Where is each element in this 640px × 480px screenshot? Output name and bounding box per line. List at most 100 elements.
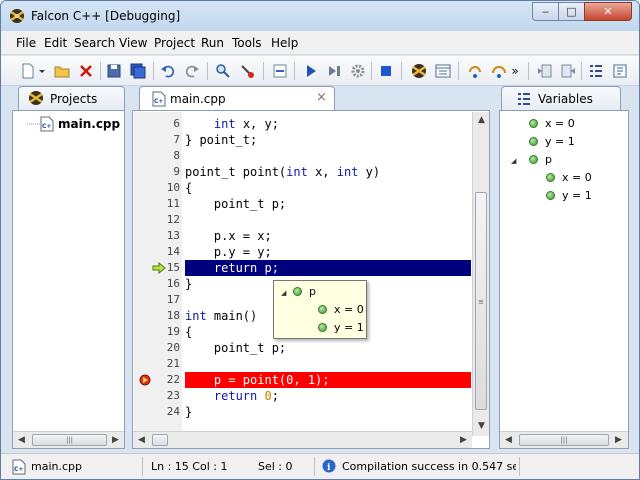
- code-line[interactable]: point_t p;: [185, 196, 471, 212]
- delete-icon[interactable]: [77, 62, 95, 80]
- menu-edit[interactable]: Edit: [44, 36, 67, 50]
- code-line[interactable]: [185, 356, 471, 372]
- menu-file[interactable]: File: [16, 36, 36, 50]
- scroll-right-icon[interactable]: ▶: [610, 432, 627, 448]
- code-line[interactable]: {: [185, 180, 471, 196]
- breakpoint-icon[interactable]: [139, 374, 151, 386]
- menu-project[interactable]: Project: [154, 36, 195, 50]
- code-line[interactable]: point_t p;: [185, 340, 471, 356]
- minimize-button[interactable]: ‒: [532, 2, 559, 21]
- line-number[interactable]: 8: [134, 148, 180, 164]
- line-number[interactable]: 20: [134, 340, 180, 356]
- current-execution-line[interactable]: return p;: [185, 260, 471, 276]
- code-line[interactable]: }: [185, 404, 471, 420]
- scroll-left-icon[interactable]: ◀: [13, 432, 30, 448]
- line-number[interactable]: 24: [134, 404, 180, 420]
- editor-vscrollbar[interactable]: ▲ ≡ ▼: [472, 112, 489, 436]
- variables-hscrollbar[interactable]: ◀ ||| ▶: [500, 431, 628, 448]
- editor-vscroll-thumb[interactable]: ≡: [475, 192, 487, 410]
- line-number[interactable]: 23: [134, 388, 180, 404]
- projects-hscrollbar[interactable]: ◀ ||| ▶: [13, 431, 124, 448]
- menu-tools[interactable]: Tools: [232, 36, 262, 50]
- find-icon[interactable]: [214, 62, 232, 80]
- bookmark-next-icon[interactable]: [559, 62, 577, 80]
- line-number[interactable]: 17: [134, 292, 180, 308]
- line-number[interactable]: 18: [134, 308, 180, 324]
- menu-search[interactable]: Search: [74, 36, 115, 50]
- code-line[interactable]: [185, 148, 471, 164]
- project-file-main-cpp[interactable]: main.cpp: [58, 117, 120, 131]
- line-number[interactable]: 7: [134, 132, 180, 148]
- new-dropdown-icon[interactable]: [37, 62, 47, 80]
- title-bar[interactable]: Falcon C++ [Debugging] ‒ □ ✕: [1, 1, 639, 31]
- code-line[interactable]: point_t point(int x, int y): [185, 164, 471, 180]
- variable-child[interactable]: x = 0: [546, 170, 592, 186]
- line-number[interactable]: 13: [134, 228, 180, 244]
- projects-scroll-thumb[interactable]: |||: [32, 434, 107, 446]
- tab-projects[interactable]: Projects: [18, 86, 125, 110]
- breakpoint-line[interactable]: p = point(0, 1);: [185, 372, 471, 388]
- output-panel-icon[interactable]: [611, 62, 629, 80]
- tab-variables[interactable]: Variables: [501, 86, 621, 110]
- stop-icon[interactable]: [377, 62, 395, 80]
- line-number[interactable]: 12: [134, 212, 180, 228]
- scroll-up-icon[interactable]: ▲: [473, 112, 490, 128]
- step-icon[interactable]: [326, 62, 344, 80]
- list-view-icon[interactable]: [587, 62, 605, 80]
- tab-close-icon[interactable]: ×: [316, 90, 327, 105]
- editor-hscroll-thumb[interactable]: [152, 434, 168, 446]
- scroll-right-icon[interactable]: ▶: [107, 432, 124, 448]
- code-line[interactable]: int x, y;: [185, 116, 471, 132]
- menu-run[interactable]: Run: [201, 36, 224, 50]
- line-number[interactable]: 14: [134, 244, 180, 260]
- toolbar-overflow-icon[interactable]: »: [509, 62, 521, 80]
- undo-icon[interactable]: [159, 62, 177, 80]
- close-button[interactable]: ✕: [584, 2, 632, 21]
- save-icon[interactable]: [105, 62, 123, 80]
- code-line[interactable]: } point_t;: [185, 132, 471, 148]
- code-line[interactable]: return 0;: [185, 388, 471, 404]
- maximize-button[interactable]: □: [558, 2, 585, 21]
- expand-arrow-icon: ◢: [511, 157, 517, 165]
- settings-gear-icon[interactable]: [349, 62, 367, 80]
- step-over-icon[interactable]: [490, 62, 508, 80]
- line-number[interactable]: 9: [134, 164, 180, 180]
- menu-view[interactable]: View: [119, 36, 147, 50]
- goto-line-icon[interactable]: [271, 62, 289, 80]
- editor-hscrollbar[interactable]: ◀ ▶: [133, 431, 472, 448]
- status-bar: C+ main.cpp Ln : 15 Col : 1 Sel : 0 i Co…: [1, 453, 639, 479]
- variable-group-p[interactable]: ◢ p: [511, 152, 552, 168]
- save-all-icon[interactable]: [129, 62, 147, 80]
- debug-icon[interactable]: [410, 62, 428, 80]
- scroll-left-icon[interactable]: ◀: [133, 432, 150, 448]
- line-number[interactable]: 19: [134, 324, 180, 340]
- menu-help[interactable]: Help: [271, 36, 298, 50]
- line-number[interactable]: 11: [134, 196, 180, 212]
- new-file-icon[interactable]: [19, 62, 37, 80]
- watch-window-icon[interactable]: [434, 62, 452, 80]
- scroll-left-icon[interactable]: ◀: [500, 432, 517, 448]
- code-line[interactable]: [185, 212, 471, 228]
- tab-main-cpp[interactable]: C+ main.cpp ×: [139, 86, 335, 110]
- step-into-icon[interactable]: [466, 62, 484, 80]
- tooltip-node-p[interactable]: ◢ p: [281, 284, 316, 300]
- code-line[interactable]: p.y = y;: [185, 244, 471, 260]
- variables-scroll-thumb[interactable]: |||: [519, 434, 609, 446]
- scroll-down-icon[interactable]: ▼: [473, 418, 490, 434]
- line-number[interactable]: 16: [134, 276, 180, 292]
- line-number[interactable]: 6: [134, 116, 180, 132]
- open-folder-icon[interactable]: [53, 62, 71, 80]
- variable-item[interactable]: x = 0: [529, 116, 575, 132]
- redo-icon[interactable]: [183, 62, 201, 80]
- run-icon[interactable]: [302, 62, 320, 80]
- variable-item[interactable]: y = 1: [529, 134, 575, 150]
- bookmark-prev-icon[interactable]: [536, 62, 554, 80]
- status-position: Ln : 15 Col : 1: [151, 460, 228, 473]
- keyword-token: return: [213, 389, 258, 403]
- line-number[interactable]: 21: [134, 356, 180, 372]
- line-number[interactable]: 10: [134, 180, 180, 196]
- code-line[interactable]: p.x = x;: [185, 228, 471, 244]
- replace-icon[interactable]: [238, 62, 256, 80]
- scroll-right-icon[interactable]: ▶: [455, 432, 472, 448]
- variable-child[interactable]: y = 1: [546, 188, 592, 204]
